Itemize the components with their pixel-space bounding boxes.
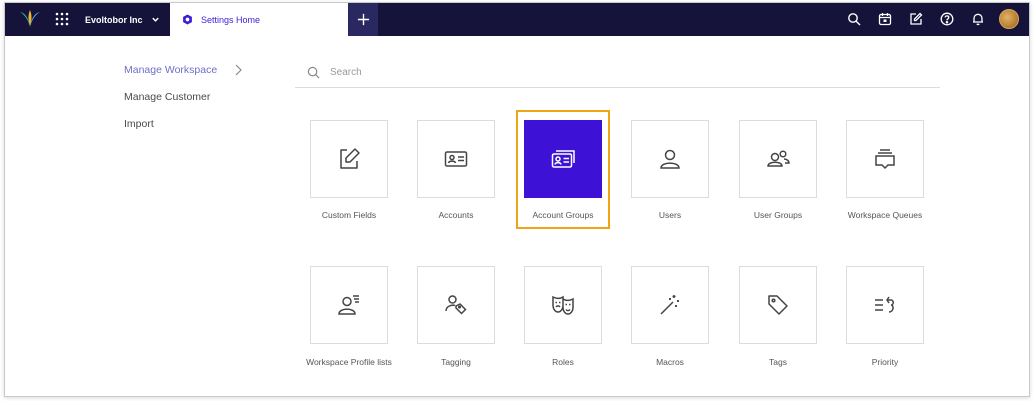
user-group-icon [767,150,790,167]
calendar-icon[interactable] [878,12,892,26]
tile-users[interactable] [631,120,709,198]
tile-label: Workspace Queues [847,210,923,220]
tile-label: Users [658,210,682,220]
help-icon[interactable] [940,12,954,26]
sidebar-item-label: Import [124,118,154,130]
search-icon[interactable] [847,12,861,26]
magic-wand-icon [660,295,679,315]
tile-macros[interactable] [631,266,709,344]
tile-label: Workspace Profile lists [306,357,392,367]
tile-label: Macros [656,357,684,367]
sidebar-item-label: Manage Workspace [124,64,218,76]
sidebar-item-manage-workspace[interactable]: Manage Workspace [124,61,243,88]
settings-sidebar: Manage Workspace Manage Customer Import [124,61,243,142]
tile-workspace-queues[interactable] [846,120,924,198]
gear-icon [183,14,192,25]
org-name: Evoltobor Inc [85,14,143,25]
tile-user-groups[interactable] [739,120,817,198]
tab-settings-home[interactable]: Settings Home [170,3,348,36]
tile-roles[interactable] [524,266,602,344]
tile-tags[interactable] [739,266,817,344]
queue-icon [875,149,895,170]
tile-label: Priority [871,357,899,367]
tab-label: Settings Home [201,14,261,25]
tag-icon [768,295,788,315]
user-icon [660,149,680,169]
tile-label: User Groups [753,210,803,220]
tile-priority[interactable] [846,266,924,344]
avatar[interactable] [999,9,1019,29]
sidebar-item-manage-customer[interactable]: Manage Customer [124,88,243,115]
sidebar-item-label: Manage Customer [124,91,211,103]
search-icon [307,66,320,79]
tile-label: Tags [769,357,787,367]
chevron-right-icon [235,64,243,76]
tile-accounts[interactable] [417,120,495,198]
app-window: Evoltobor Inc Settings Home Manage Works… [4,2,1030,397]
masks-icon [552,295,574,315]
profile-list-icon [338,295,359,315]
tile-label: Roles [552,357,574,367]
tile-label: Custom Fields [321,210,377,220]
tagging-icon [445,295,467,315]
top-bar: Evoltobor Inc Settings Home [5,3,1029,36]
bell-icon[interactable] [971,12,985,26]
account-card-icon [444,151,468,167]
search-input[interactable] [330,67,890,78]
org-switcher[interactable]: Evoltobor Inc [85,3,160,36]
tile-custom-fields[interactable] [310,120,388,198]
selection-highlight [516,110,610,229]
app-launcher-icon[interactable] [55,12,69,26]
tile-label: Accounts [438,210,474,220]
sidebar-item-import[interactable]: Import [124,115,243,142]
tile-label: Tagging [441,357,471,367]
chevron-down-icon [151,17,159,22]
plus-icon [357,13,369,26]
settings-search [295,58,940,88]
compose-icon[interactable] [909,12,923,26]
tile-workspace-profile-lists[interactable] [310,266,388,344]
priority-icon [875,296,894,313]
new-tab-button[interactable] [348,3,378,36]
edit-field-icon [340,148,360,169]
tile-tagging[interactable] [417,266,495,344]
brand-logo-icon[interactable] [19,9,41,29]
